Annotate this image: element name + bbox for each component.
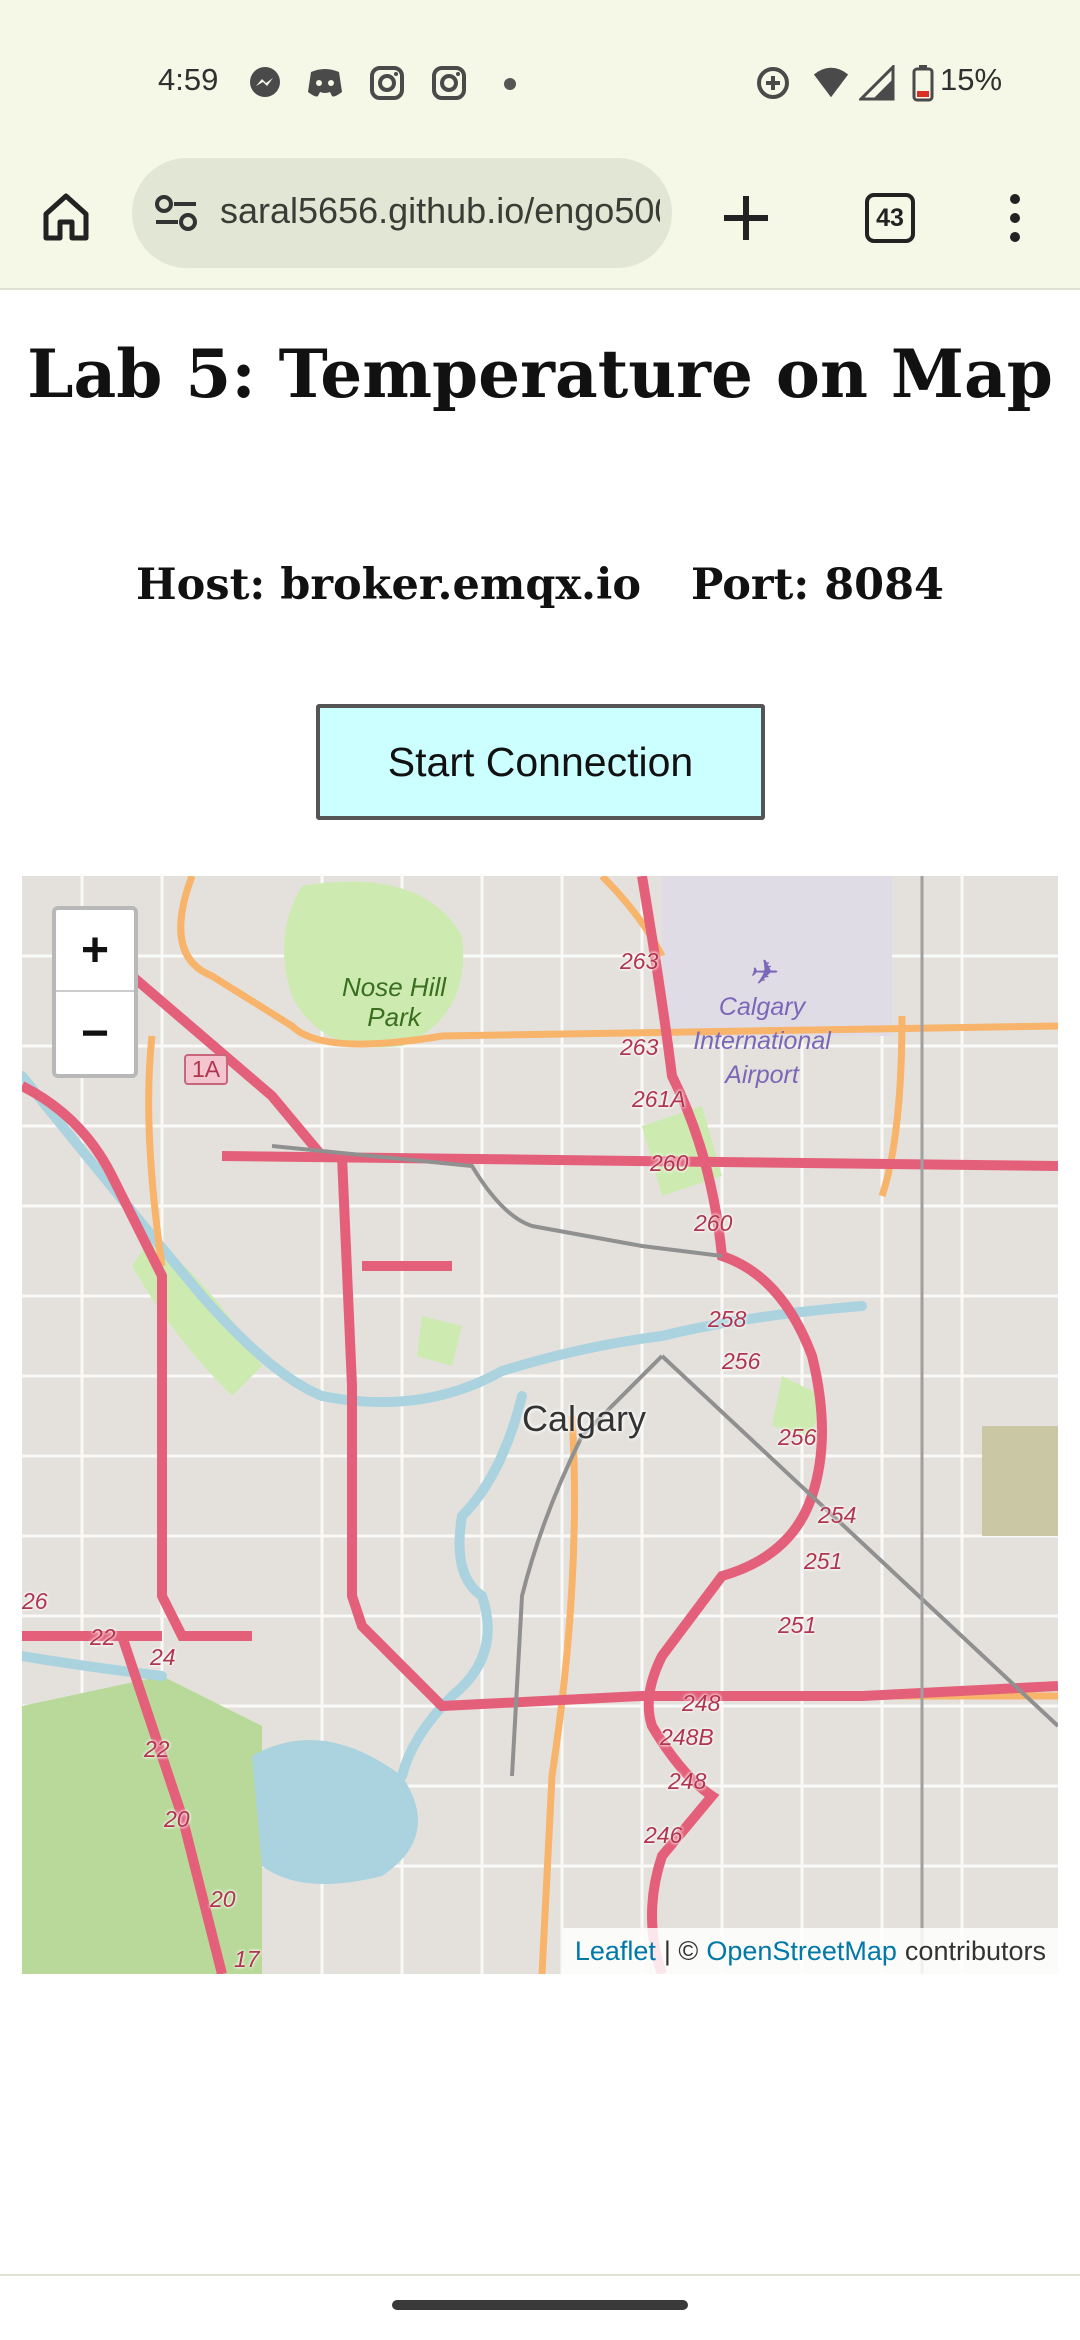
route-label: 254 — [818, 1502, 857, 1528]
route-label: 263 — [620, 948, 659, 974]
data-saver-icon — [754, 64, 792, 102]
route-label: 17 — [234, 1946, 260, 1972]
url-text: saral5656.github.io/engo500 — [220, 190, 660, 231]
zoom-control: + − — [52, 906, 138, 1078]
more-menu-button[interactable] — [980, 178, 1050, 258]
site-settings-icon[interactable] — [152, 193, 202, 233]
host-label: Host: broker.emqx.io — [136, 560, 642, 610]
route-label: 251 — [804, 1548, 843, 1574]
route-label: 20 — [164, 1806, 190, 1832]
gesture-navigation-bar[interactable] — [392, 2300, 688, 2310]
route-label: 22 — [90, 1624, 116, 1650]
address-bar[interactable]: saral5656.github.io/engo500 — [132, 158, 672, 268]
port-label: Port: 8084 — [691, 560, 944, 610]
plus-icon — [724, 196, 768, 240]
route-label: 248 — [668, 1768, 707, 1794]
city-label: Calgary — [522, 1398, 647, 1439]
page-title: Lab 5: Temperature on Map — [27, 335, 1053, 413]
route-label: 26 — [22, 1588, 48, 1614]
browser-toolbar: saral5656.github.io/engo500 43 — [0, 150, 1080, 290]
tab-count: 43 — [865, 193, 915, 243]
route-label: 246 — [644, 1822, 683, 1848]
airplane-icon: ✈ — [747, 954, 777, 992]
map[interactable]: Nose Hill Park ✈ Calgary International A… — [22, 876, 1058, 1974]
route-label: 248B — [660, 1724, 714, 1750]
zoom-out-button[interactable]: − — [56, 992, 134, 1074]
route-label: 22 — [144, 1736, 170, 1762]
status-time: 4:59 — [158, 62, 219, 97]
route-label: 251 — [778, 1612, 817, 1638]
signal-icon — [858, 64, 896, 102]
route-label: 256 — [722, 1348, 761, 1374]
tab-switcher-button[interactable]: 43 — [850, 178, 930, 258]
route-label: 263 — [620, 1034, 659, 1060]
more-vert-icon — [1010, 194, 1020, 204]
battery-percentage: 15% — [940, 62, 1003, 97]
new-tab-button[interactable] — [706, 178, 786, 258]
status-bar: 4:59 15% — [0, 0, 1080, 150]
instagram-icon — [368, 64, 406, 102]
home-button[interactable] — [30, 180, 102, 252]
messenger-icon — [246, 64, 284, 102]
start-connection-button[interactable]: Start Connection — [316, 704, 765, 820]
leaflet-link[interactable]: Leaflet — [575, 1936, 656, 1967]
route-label: 20 — [210, 1886, 236, 1912]
discord-icon — [306, 64, 344, 102]
connection-info: Host: broker.emqx.io Port: 8084 — [0, 560, 1080, 610]
openstreetmap-link[interactable]: OpenStreetMap — [706, 1936, 897, 1967]
home-icon — [43, 193, 89, 241]
attribution-suffix: contributors — [904, 1935, 1046, 1966]
airport-label: ✈ Calgary International Airport — [672, 956, 852, 1092]
battery-low-icon — [904, 64, 942, 102]
bottom-divider — [0, 2274, 1080, 2276]
wifi-icon — [812, 64, 850, 102]
route-label: 24 — [150, 1644, 176, 1670]
instagram-icon — [430, 64, 468, 102]
attribution-separator: | © — [663, 1935, 699, 1966]
route-label: 260 — [694, 1210, 733, 1236]
route-label: 258 — [708, 1306, 747, 1332]
route-label: 248 — [682, 1690, 721, 1716]
park-label: Nose Hill Park — [342, 972, 447, 1032]
zoom-in-button[interactable]: + — [56, 910, 134, 992]
route-label: 260 — [650, 1150, 689, 1176]
route-label: 261A — [632, 1086, 686, 1112]
map-attribution: Leaflet | © OpenStreetMap contributors — [562, 1928, 1058, 1974]
more-notifications-dot-icon — [504, 78, 516, 90]
route-label: 256 — [778, 1424, 817, 1450]
route-shield: 1A — [184, 1054, 229, 1085]
